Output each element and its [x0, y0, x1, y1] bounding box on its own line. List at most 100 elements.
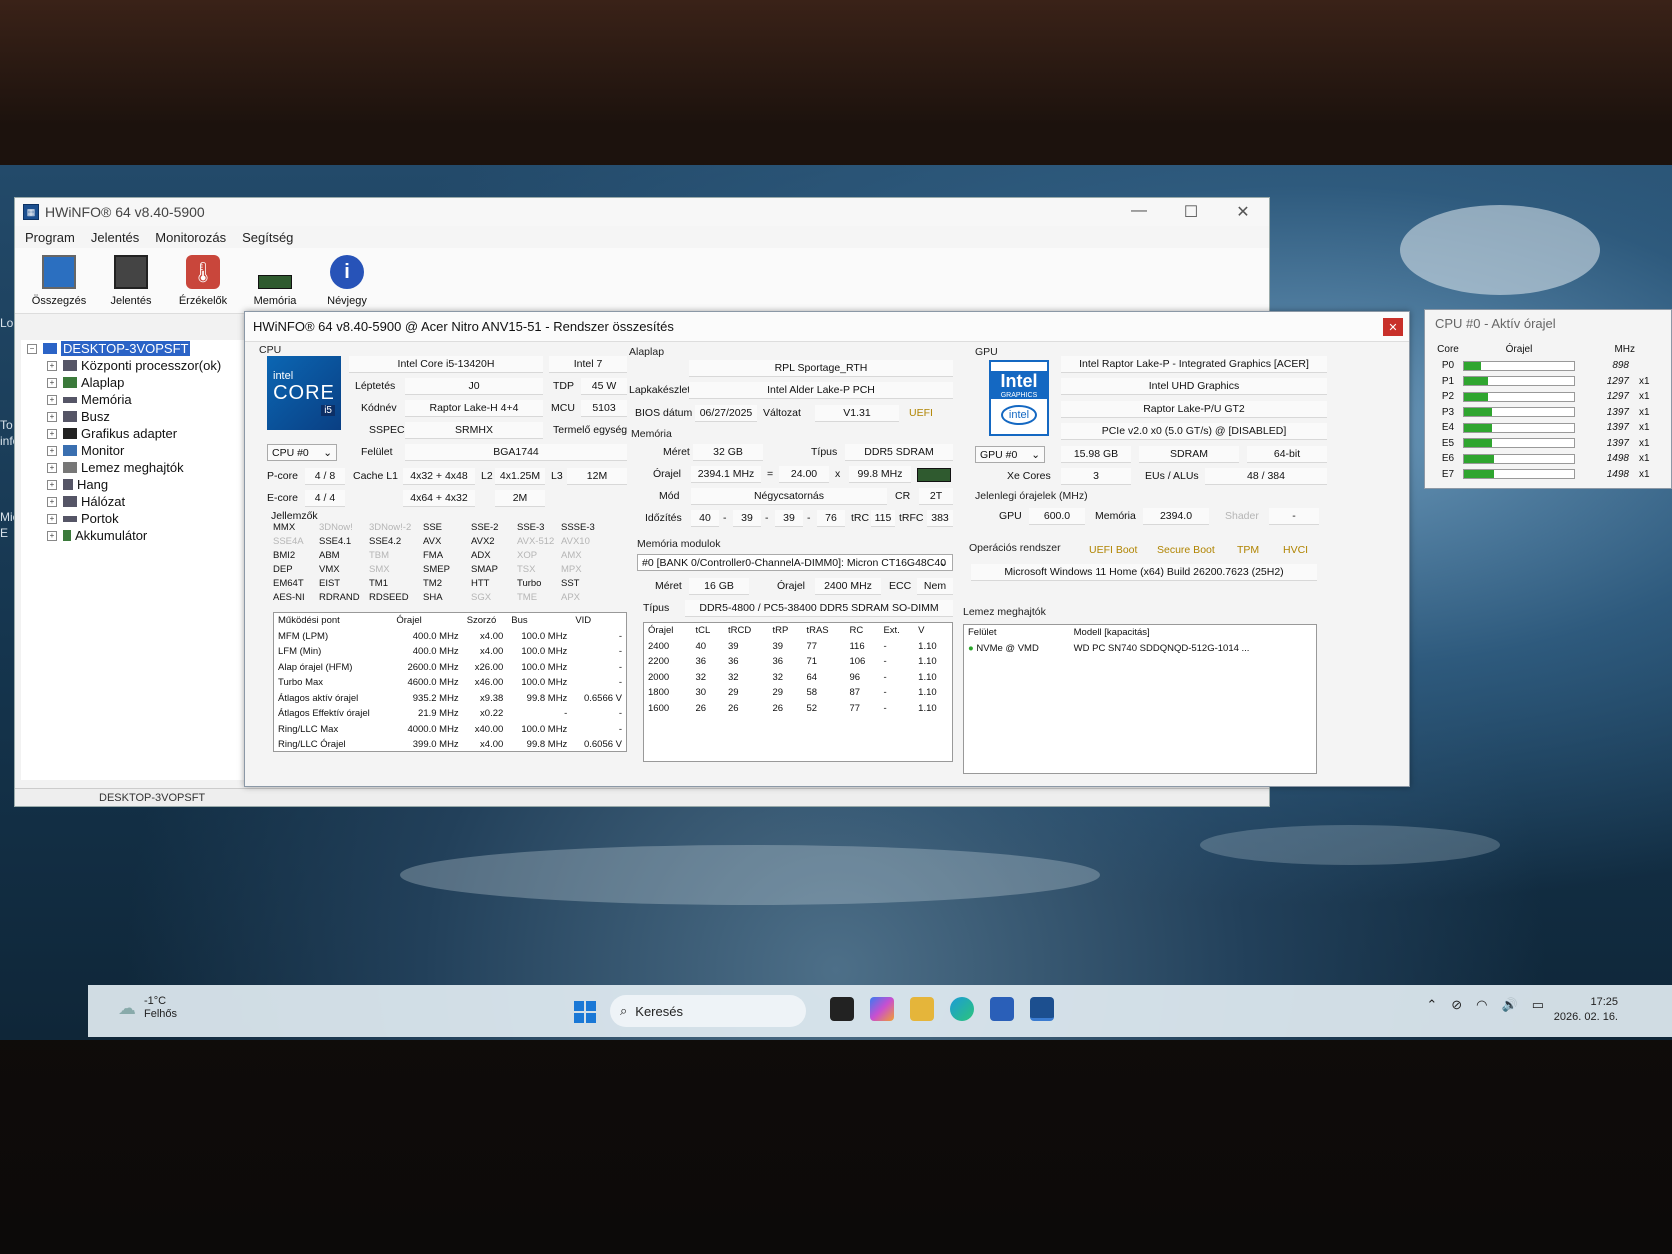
op-table-header[interactable]: Szorzó	[463, 613, 508, 629]
expand-icon[interactable]: +	[47, 411, 57, 422]
tree-node-disks[interactable]: + Lemez meghajtók	[21, 459, 261, 476]
collapse-icon[interactable]: −	[27, 343, 37, 354]
tdp-label: TDP	[553, 380, 574, 392]
toolbar-label: Jelentés	[110, 295, 152, 307]
cpu-feature-flag: SGX	[471, 592, 492, 603]
tree-node-battery[interactable]: + Akkumulátor	[21, 527, 261, 544]
microsoft-store-icon[interactable]	[990, 997, 1014, 1021]
expand-icon[interactable]: +	[47, 530, 57, 541]
tree-node-cpu[interactable]: + Központi processzor(ok)	[21, 357, 261, 374]
table-cell: 58	[806, 687, 818, 699]
table-cell: 39	[727, 640, 739, 652]
ecc-label: ECC	[889, 580, 912, 592]
table-row[interactable]: Átlagos Effektív órajel 21.9 MHz x0.22 - -	[274, 706, 626, 722]
memory-button[interactable]: Memória	[239, 248, 311, 313]
table-cell: 26	[727, 702, 739, 714]
table-row[interactable]: LFM (Min) 400.0 MHz x4.00 100.0 MHz -	[274, 644, 626, 660]
op-table-header[interactable]: Órajel	[392, 613, 462, 629]
table-row[interactable]: 2400 40 39 39 77 116 - 1.10	[644, 639, 952, 655]
timing-table-header[interactable]: Ext.	[879, 623, 914, 639]
timing-table-header[interactable]: tRP	[768, 623, 802, 639]
taskbar-search[interactable]: ⌕ Keresés	[610, 995, 806, 1027]
table-row[interactable]: Turbo Max 4600.0 MHz x46.00 100.0 MHz -	[274, 675, 626, 691]
battery-icon[interactable]: ▭	[1532, 997, 1544, 1013]
timing-table-header[interactable]: RC	[845, 623, 879, 639]
maximize-button[interactable]: ☐	[1165, 202, 1217, 222]
disk-header-interface[interactable]: Felület	[964, 625, 1070, 641]
clock-bar	[1463, 453, 1575, 464]
expand-icon[interactable]: +	[47, 445, 57, 456]
timing-table-header[interactable]: V	[914, 623, 952, 639]
op-table-header[interactable]: VID	[571, 613, 626, 629]
expand-icon[interactable]: +	[47, 513, 57, 524]
gpu-select-dropdown[interactable]: GPU #0 ⌄	[975, 446, 1045, 463]
cpu-select-dropdown[interactable]: CPU #0 ⌄	[267, 444, 337, 461]
table-row[interactable]: ● NVMe @ VMD WD PC SN740 SDDQNQD-512G-101…	[964, 641, 1316, 657]
table-row[interactable]: Ring/LLC Max 4000.0 MHz x40.00 100.0 MHz -	[274, 722, 626, 738]
timing-table-header[interactable]: Órajel	[644, 623, 692, 639]
expand-icon[interactable]: +	[47, 394, 57, 405]
cpu-clock-title[interactable]: CPU #0 - Aktív órajel	[1425, 310, 1671, 338]
main-title-bar[interactable]: ▦ HWiNFO® 64 v8.40-5900 — ☐ ✕	[15, 198, 1269, 226]
table-row[interactable]: 2000 32 32 32 64 96 - 1.10	[644, 670, 952, 686]
disk-header-model[interactable]: Modell [kapacitás]	[1070, 625, 1316, 641]
sensors-button[interactable]: 🌡 Érzékelők	[167, 248, 239, 313]
task-view-icon[interactable]	[830, 997, 854, 1021]
report-button[interactable]: Jelentés	[95, 248, 167, 313]
core-mhz: 1498	[1606, 453, 1629, 464]
timing-table-header[interactable]: tRCD	[724, 623, 769, 639]
expand-icon[interactable]: +	[47, 360, 57, 371]
expand-icon[interactable]: +	[47, 479, 57, 490]
trfc-label: tRFC	[899, 512, 924, 524]
table-row[interactable]: MFM (LPM) 400.0 MHz x4.00 100.0 MHz -	[274, 629, 626, 645]
tree-node-bus[interactable]: + Busz	[21, 408, 261, 425]
tree-node-motherboard[interactable]: + Alaplap	[21, 374, 261, 391]
table-row[interactable]: 1800 30 29 29 58 87 - 1.10	[644, 685, 952, 701]
table-row[interactable]: Átlagos aktív órajel 935.2 MHz x9.38 99.8 M…	[274, 691, 626, 707]
about-button[interactable]: i Névjegy	[311, 248, 383, 313]
tree-node-monitor[interactable]: + Monitor	[21, 442, 261, 459]
tree-node-root[interactable]: − DESKTOP-3VOPSFT	[21, 340, 261, 357]
table-row[interactable]: 2200 36 36 36 71 106 - 1.10	[644, 654, 952, 670]
edge-browser-icon[interactable]	[950, 997, 974, 1021]
expand-icon[interactable]: +	[47, 428, 57, 439]
gpu-select-value: GPU #0	[980, 449, 1018, 461]
chevron-up-icon[interactable]: ⌃	[1426, 997, 1437, 1013]
timing-table-header[interactable]: tCL	[692, 623, 724, 639]
tree-node-ports[interactable]: + Portok	[21, 510, 261, 527]
core-clock-row: P1 1297 x1	[1433, 374, 1672, 389]
minimize-button[interactable]: —	[1113, 202, 1165, 222]
taskbar-clock[interactable]: 17:25 2026. 02. 16.	[1554, 995, 1618, 1025]
menu-program[interactable]: Program	[25, 230, 75, 245]
wifi-icon[interactable]: ◠	[1476, 997, 1487, 1013]
op-table-header[interactable]: Bus	[507, 613, 571, 629]
tree-node-network[interactable]: + Hálózat	[21, 493, 261, 510]
notifications-off-icon[interactable]: ⊘	[1451, 997, 1462, 1013]
menu-help[interactable]: Segítség	[242, 230, 293, 245]
summary-button[interactable]: Összegzés	[23, 248, 95, 313]
file-explorer-icon[interactable]	[910, 997, 934, 1021]
expand-icon[interactable]: +	[47, 377, 57, 388]
table-row[interactable]: Ring/LLC Órajel 399.0 MHz x4.00 99.8 MHz 0.6…	[274, 737, 626, 753]
tree-node-graphics[interactable]: + Grafikus adapter	[21, 425, 261, 442]
menu-monitoring[interactable]: Monitorozás	[155, 230, 226, 245]
table-row[interactable]: Alap órajel (HFM) 2600.0 MHz x26.00 100.0 M…	[274, 660, 626, 676]
expand-icon[interactable]: +	[47, 462, 57, 473]
tree-node-audio[interactable]: + Hang	[21, 476, 261, 493]
hwinfo-taskbar-icon[interactable]	[1030, 997, 1054, 1021]
table-row[interactable]: 1600 26 26 26 52 77 - 1.10	[644, 701, 952, 717]
tree-node-memory[interactable]: + Memória	[21, 391, 261, 408]
close-button[interactable]: ✕	[1217, 202, 1269, 222]
copilot-icon[interactable]	[870, 997, 894, 1021]
start-button[interactable]	[574, 1001, 596, 1023]
memory-module-dropdown[interactable]: #0 [BANK 0/Controller0-ChannelA-DIMM0]: …	[637, 554, 953, 571]
summary-title-bar[interactable]: HWiNFO® 64 v8.40-5900 @ Acer Nitro ANV15…	[245, 312, 1409, 342]
expand-icon[interactable]: +	[47, 496, 57, 507]
op-table-header[interactable]: Működési pont	[274, 613, 392, 629]
timing-table-header[interactable]: tRAS	[802, 623, 845, 639]
summary-close-button[interactable]: ✕	[1383, 318, 1403, 336]
menu-report[interactable]: Jelentés	[91, 230, 139, 245]
weather-widget[interactable]: ☁ -1°C Felhős	[118, 995, 177, 1021]
cpu-feature-flag: SMEP	[423, 564, 450, 575]
volume-icon[interactable]: 🔊	[1502, 997, 1518, 1013]
